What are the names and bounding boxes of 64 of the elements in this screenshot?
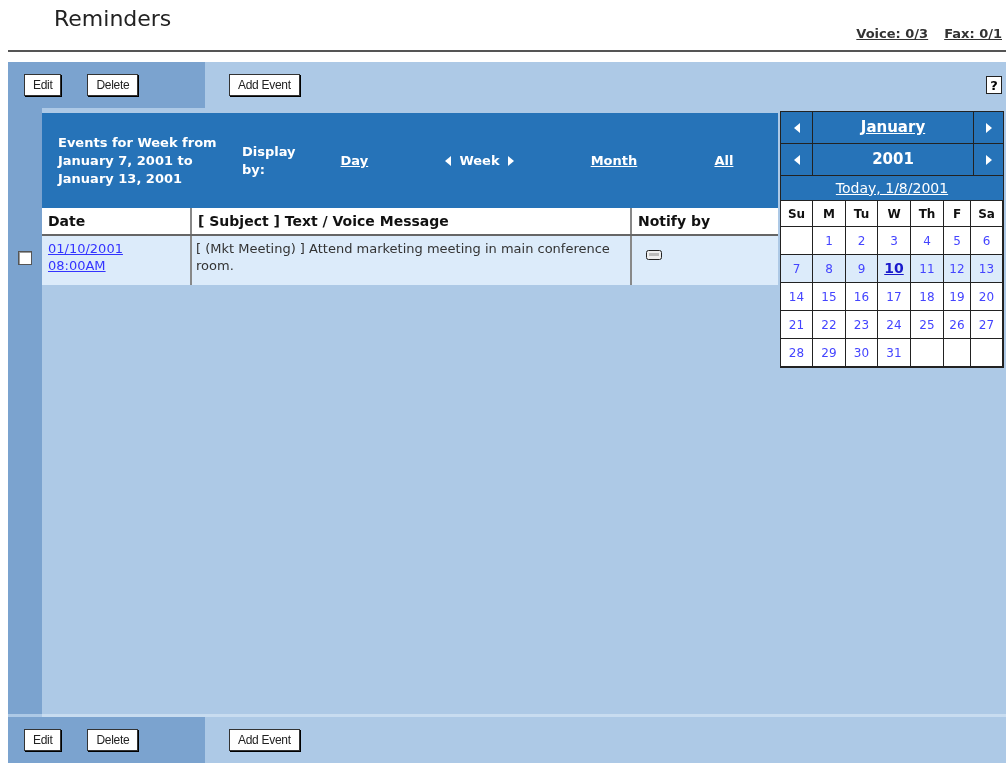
- quota-link[interactable]: Fax: 0/1: [944, 23, 1002, 43]
- calendar-day[interactable]: 1: [813, 227, 846, 255]
- pager-icon: [646, 250, 662, 260]
- calendar-day[interactable]: 6: [971, 227, 1003, 255]
- calendar-day[interactable]: 17: [878, 283, 911, 311]
- view-link[interactable]: Day: [340, 150, 369, 171]
- event-message: [ (Mkt Meeting) ] Attend marketing meeting in main conference room.: [196, 240, 611, 274]
- today-link[interactable]: Today, 1/8/2001: [835, 177, 949, 199]
- calendar-day[interactable]: 3: [878, 227, 911, 255]
- right-arrow-icon[interactable]: [985, 122, 992, 133]
- calendar-day[interactable]: 26: [944, 311, 971, 339]
- left-arrow-icon[interactable]: [793, 122, 800, 133]
- calendar-day[interactable]: 12: [944, 255, 971, 283]
- time-link[interactable]: 08:00AM: [48, 257, 184, 274]
- edit-button[interactable]: Edit: [24, 729, 62, 751]
- date-link[interactable]: 01/10/2001: [48, 240, 184, 257]
- delete-button[interactable]: Delete: [87, 729, 139, 751]
- calendar-day[interactable]: 8: [813, 255, 846, 283]
- page-title: Reminders: [54, 5, 172, 33]
- calendar-day[interactable]: 13: [971, 255, 1003, 283]
- calendar-day[interactable]: 19: [944, 283, 971, 311]
- calendar-month-link[interactable]: January: [813, 112, 973, 143]
- left-arrow-icon[interactable]: [445, 155, 452, 166]
- add-event-button[interactable]: Add Event: [229, 74, 300, 96]
- calendar-day[interactable]: 15: [813, 283, 846, 311]
- calendar-day[interactable]: 11: [911, 255, 944, 283]
- add-event-button[interactable]: Add Event: [229, 729, 300, 751]
- calendar-day[interactable]: 24: [878, 311, 911, 339]
- calendar-day[interactable]: 31: [878, 339, 911, 367]
- calendar-day[interactable]: 20: [971, 283, 1003, 311]
- column-header: Date: [47, 211, 87, 231]
- display-by-label: Display by:: [242, 142, 297, 179]
- calendar-day[interactable]: 10: [878, 255, 911, 283]
- calendar-day[interactable]: 27: [971, 311, 1003, 339]
- calendar-day[interactable]: 4: [911, 227, 944, 255]
- events-heading: Events for Week from January 7, 2001 to January 13, 2001: [56, 133, 218, 188]
- left-arrow-icon[interactable]: [793, 154, 800, 165]
- quota-link[interactable]: Voice: 0/3: [856, 23, 929, 43]
- view-link[interactable]: All: [714, 150, 734, 171]
- calendar-day[interactable]: 16: [846, 283, 878, 311]
- right-arrow-icon[interactable]: [507, 155, 514, 166]
- row-checkbox[interactable]: [18, 251, 32, 265]
- calendar-day[interactable]: 28: [781, 339, 813, 367]
- delete-button[interactable]: Delete: [87, 74, 139, 96]
- column-header: [ Subject ] Text / Voice Message: [190, 208, 630, 234]
- calendar-day[interactable]: 25: [911, 311, 944, 339]
- edit-button[interactable]: Edit: [24, 74, 62, 96]
- calendar-day[interactable]: 22: [813, 311, 846, 339]
- calendar-day[interactable]: 21: [781, 311, 813, 339]
- calendar-day[interactable]: 23: [846, 311, 878, 339]
- help-button[interactable]: ?: [986, 76, 1002, 94]
- year-label: 2001: [871, 149, 915, 171]
- calendar-day[interactable]: 2: [846, 227, 878, 255]
- calendar-day[interactable]: 30: [846, 339, 878, 367]
- calendar-day[interactable]: 14: [781, 283, 813, 311]
- right-arrow-icon[interactable]: [985, 154, 992, 165]
- view-link[interactable]: Month: [590, 150, 638, 171]
- calendar-day[interactable]: 29: [813, 339, 846, 367]
- calendar-day[interactable]: 18: [911, 283, 944, 311]
- view-link[interactable]: Week: [459, 150, 500, 171]
- calendar-day[interactable]: 7: [781, 255, 813, 283]
- calendar-day[interactable]: 9: [846, 255, 878, 283]
- calendar-day[interactable]: 5: [944, 227, 971, 255]
- column-header: Notify by: [630, 208, 778, 234]
